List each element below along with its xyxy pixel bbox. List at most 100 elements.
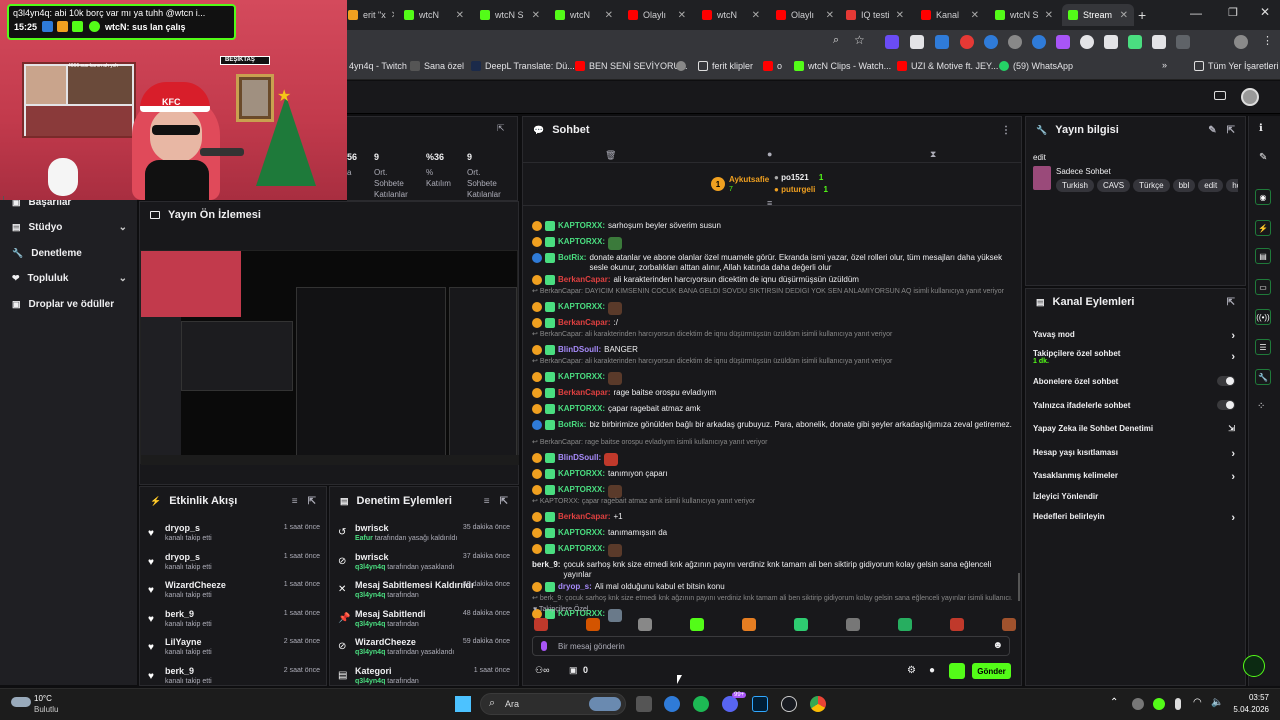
discord-icon[interactable] bbox=[722, 696, 738, 712]
browser-tab[interactable]: wtcN S ✕ bbox=[474, 4, 546, 26]
actor-name[interactable]: q3l4yn4q bbox=[355, 678, 385, 685]
gift-icon[interactable]: ▣ bbox=[569, 665, 578, 676]
bookmark[interactable]: BEN SENİ SEVİYORU... bbox=[575, 61, 688, 71]
emote-icon[interactable] bbox=[638, 618, 652, 631]
green-circle-icon[interactable] bbox=[1243, 655, 1265, 677]
target-name[interactable]: Mesaj Sabitlendi bbox=[355, 609, 426, 619]
list-item[interactable]: ♥ WizardCheeze kanalı takip etti 1 saat önc… bbox=[148, 579, 320, 607]
scrollbar[interactable] bbox=[3, 196, 4, 200]
browser-tab[interactable]: wtcN S ✕ bbox=[989, 4, 1059, 26]
leaderboard-item[interactable]: ● po1521 1 bbox=[774, 173, 834, 183]
bot-icon[interactable] bbox=[949, 663, 965, 679]
list-item[interactable]: ↺ bwrisck Eafur tarafından yasağı kaldırıl… bbox=[338, 522, 510, 550]
tag-chip[interactable]: bbl bbox=[1172, 179, 1196, 192]
list-item[interactable]: ♥ berk_9 kanalı takip etti 1 saat önce bbox=[148, 608, 320, 636]
avatar[interactable] bbox=[1241, 88, 1259, 106]
close-icon[interactable]: ✕ bbox=[896, 10, 904, 21]
emote-icon[interactable] bbox=[534, 618, 548, 631]
actor-name[interactable]: Eafur bbox=[355, 535, 373, 542]
list-item[interactable]: ⊘ bwrisck q3l4yn4q tarafından yasaklandı 37… bbox=[338, 551, 510, 579]
emote-icon[interactable] bbox=[794, 618, 808, 631]
extension-icon[interactable] bbox=[1080, 35, 1094, 49]
channel-action-row[interactable]: Yavaş mod › bbox=[1033, 330, 1235, 342]
actor-name[interactable]: q3l4yn4q bbox=[355, 564, 385, 571]
close-icon[interactable]: ✕ bbox=[752, 10, 760, 21]
emote-icon[interactable] bbox=[846, 618, 860, 631]
chevron-right-icon[interactable]: › bbox=[1231, 512, 1235, 524]
windows-icon[interactable] bbox=[455, 696, 471, 712]
channel-action-row[interactable]: Yapay Zeka ile Sohbet Denetimi ⇲ bbox=[1033, 424, 1235, 433]
bookmark[interactable]: DeepL Translate: Dü... bbox=[471, 61, 575, 71]
target-name[interactable]: Mesaj Sabitlemesi Kaldırıldı bbox=[355, 580, 474, 590]
close-icon[interactable]: ✕ bbox=[391, 10, 394, 21]
list-item[interactable]: ♥ dryop_s kanalı takip etti 1 saat önce bbox=[148, 551, 320, 579]
popout-icon[interactable]: ⇱ bbox=[308, 496, 316, 507]
wrench-icon[interactable]: 🔧 bbox=[1255, 369, 1271, 385]
popout-icon[interactable]: ⇱ bbox=[497, 123, 505, 134]
chat-bubble-icon[interactable]: ● bbox=[767, 149, 772, 159]
sidebar-item[interactable]: 🔧 Denetleme bbox=[12, 248, 127, 259]
broadcast-icon[interactable]: ((•)) bbox=[1255, 309, 1271, 325]
tag-chip[interactable]: Turkish bbox=[1056, 179, 1094, 192]
close-icon[interactable]: ✕ bbox=[605, 10, 613, 21]
tag-chip[interactable]: Türkçe bbox=[1133, 179, 1170, 192]
new-tab-button[interactable]: + bbox=[1138, 7, 1146, 23]
chrome-icon[interactable] bbox=[810, 696, 826, 712]
chevron-down-icon[interactable]: ≡ bbox=[767, 198, 772, 208]
extension-icon[interactable] bbox=[1032, 35, 1046, 49]
stream-preview-video[interactable] bbox=[140, 250, 519, 465]
extension-icon[interactable] bbox=[885, 35, 899, 49]
dots-icon[interactable]: ⁘ bbox=[1257, 401, 1265, 412]
task-view-icon[interactable] bbox=[636, 696, 652, 712]
channel-action-row[interactable]: Takipçilere özel sohbet 1 dk. › bbox=[1033, 349, 1235, 365]
info-icon[interactable]: ℹ bbox=[1259, 123, 1263, 134]
list-item[interactable]: 📌 Mesaj Sabitlendi q3l4yn4q tarafından 48 d… bbox=[338, 608, 510, 636]
tag-chip[interactable]: edit bbox=[1198, 179, 1224, 192]
channel-action-row[interactable]: Abonelere özel sohbet bbox=[1033, 376, 1235, 386]
extension-icon[interactable] bbox=[1152, 35, 1166, 49]
actor-name[interactable]: q3l4yn4q bbox=[355, 592, 385, 599]
browser-tab[interactable]: IQ testi ✕ bbox=[840, 4, 910, 26]
close-icon[interactable]: ✕ bbox=[678, 10, 686, 21]
list-item[interactable]: ♥ dryop_s kanalı takip etti 1 saat önce bbox=[148, 522, 320, 550]
channel-action-row[interactable]: İzleyici Yönlendir bbox=[1033, 492, 1235, 501]
close-icon[interactable]: ✕ bbox=[971, 10, 979, 21]
chevron-down-icon[interactable]: ⌄ bbox=[119, 222, 127, 233]
extension-icon[interactable] bbox=[935, 35, 949, 49]
browser-tab[interactable]: wtcN ✕ bbox=[398, 4, 470, 26]
bookmark-folder[interactable]: ferit klipler bbox=[698, 61, 753, 71]
weather-desc[interactable]: Bulutlu bbox=[34, 705, 58, 714]
extension-icon[interactable] bbox=[960, 35, 974, 49]
browser-tab[interactable]: Olaylı ✕ bbox=[622, 4, 692, 26]
extension-icon[interactable] bbox=[1056, 35, 1070, 49]
mic-icon[interactable] bbox=[541, 641, 547, 651]
list-item[interactable]: ♥ LilYayne kanalı takip etti 2 saat önce bbox=[148, 636, 320, 664]
zoom-icon[interactable]: ⌕ bbox=[833, 34, 839, 47]
chevron-right-icon[interactable]: › bbox=[1231, 330, 1235, 342]
channel-action-row[interactable]: Hedefleri belirleyin › bbox=[1033, 512, 1235, 524]
close-icon[interactable]: ✕ bbox=[1120, 10, 1128, 21]
emote-icon[interactable] bbox=[690, 618, 704, 631]
toggle-switch[interactable] bbox=[1217, 376, 1235, 386]
browser-tab[interactable]: Stream ✕ bbox=[1062, 4, 1134, 26]
list-icon[interactable]: ☰ bbox=[1255, 339, 1271, 355]
category-name[interactable]: Sadece Sohbet bbox=[1056, 167, 1111, 176]
browser-tab[interactable]: erit "x ✕ bbox=[342, 4, 394, 26]
scrollbar[interactable] bbox=[1018, 573, 1020, 601]
avatar[interactable] bbox=[1234, 35, 1248, 49]
hourglass-icon[interactable]: ⧗ bbox=[930, 149, 936, 160]
bookmark[interactable]: UZI & Motive ft. JEY... bbox=[897, 61, 998, 71]
chevron-right-icon[interactable]: › bbox=[1231, 351, 1235, 363]
emote-icon[interactable] bbox=[898, 618, 912, 631]
list-item[interactable]: ♥ berk_9 kanalı takip etti 2 saat önce bbox=[148, 665, 320, 686]
send-button[interactable]: Gönder bbox=[972, 663, 1011, 679]
tag-chip[interactable]: CAVS bbox=[1096, 179, 1131, 192]
external-link-icon[interactable]: ⇲ bbox=[1228, 424, 1235, 433]
popout-icon[interactable]: ⇱ bbox=[1227, 297, 1235, 308]
channel-action-row[interactable]: Hesap yaşı kısıtlaması › bbox=[1033, 448, 1235, 460]
spotify-icon[interactable] bbox=[693, 696, 709, 712]
emote-icon[interactable] bbox=[1002, 618, 1016, 631]
doc-icon[interactable]: ▤ bbox=[1255, 248, 1271, 264]
extension-icon[interactable] bbox=[910, 35, 924, 49]
photoshop-icon[interactable] bbox=[752, 696, 768, 712]
